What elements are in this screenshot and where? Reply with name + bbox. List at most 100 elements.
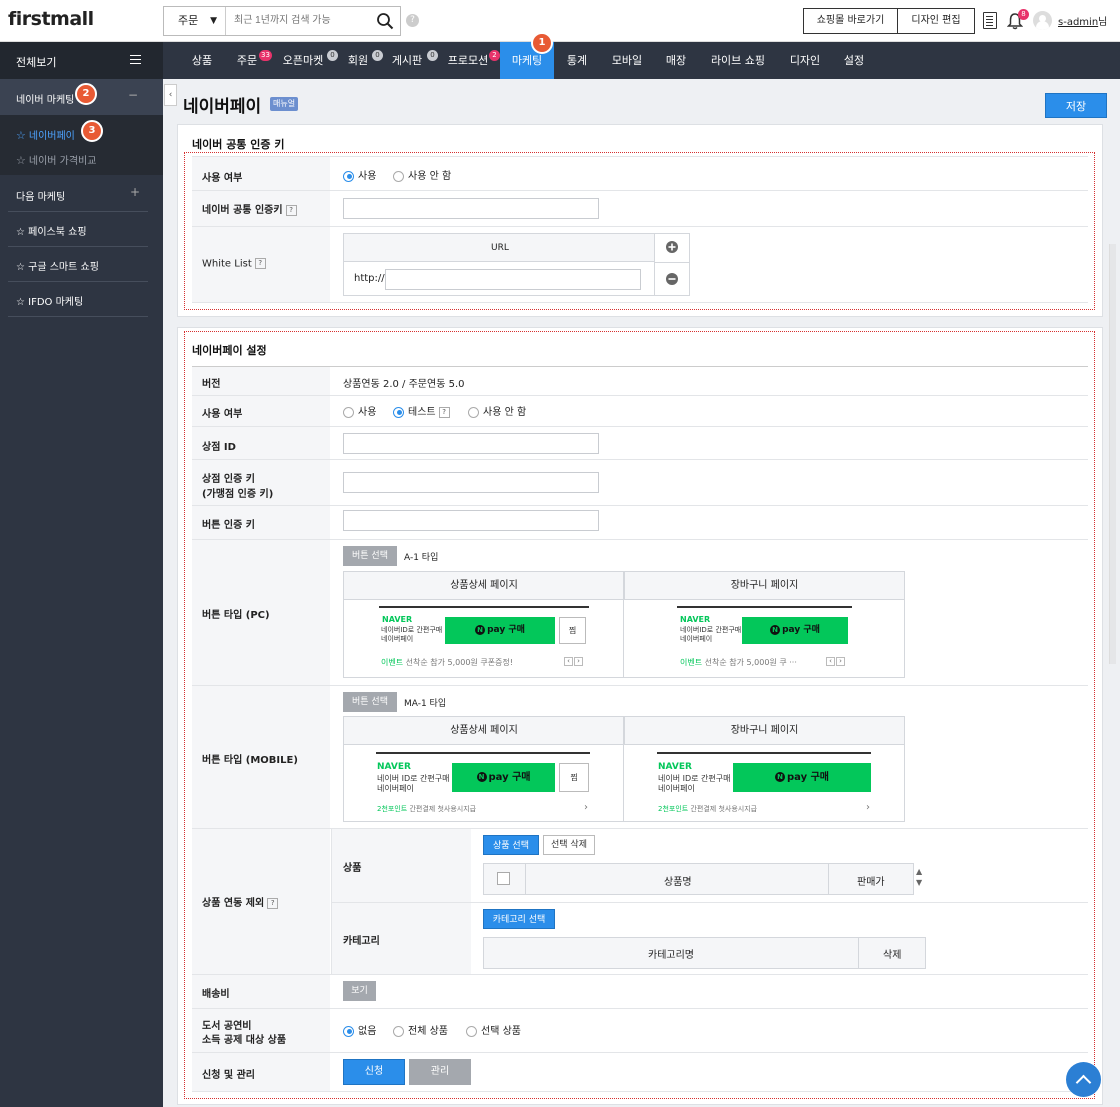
npay-buy-button[interactable]: Npay 구매 (733, 763, 871, 792)
npay-use-radio-test[interactable]: 테스트? (393, 403, 450, 418)
pc-detail-pager[interactable]: ‹ › (563, 657, 583, 666)
zzim-button[interactable]: 찜 (559, 617, 586, 644)
zzim-button[interactable]: 찜 (559, 763, 589, 792)
nav-design[interactable]: 디자인 (785, 42, 825, 79)
nav-live-shopping[interactable]: 라이브 쇼핑 (707, 42, 769, 79)
shop-id-input[interactable] (343, 433, 599, 454)
book-radio-selected[interactable]: 선택 상품 (466, 1022, 521, 1037)
npay-buy-button[interactable]: Npay 구매 (445, 617, 555, 644)
shipping-view-button[interactable]: 보기 (343, 981, 376, 1001)
book-sublabel: 소득 공제 대상 상품 (202, 1035, 287, 1046)
shop-shortcut-button[interactable]: 쇼핑몰 바로가기 (803, 8, 898, 34)
whitelist-url-input[interactable] (385, 269, 641, 290)
divider (8, 281, 148, 282)
next-icon[interactable]: › (574, 657, 583, 666)
npay-use-radio-off[interactable]: 사용 안 함 (468, 403, 526, 418)
event-label: 이벤트 (680, 658, 703, 667)
sidebar-item-facebook[interactable]: ☆ 페이스북 쇼핑 (16, 223, 156, 238)
nav-products[interactable]: 상품 (183, 42, 221, 79)
npay-buy-button[interactable]: Npay 구매 (742, 617, 848, 644)
apply-button[interactable]: 신청 (343, 1059, 405, 1085)
nav-mobile[interactable]: 모바일 (606, 42, 648, 79)
select-mobile-button[interactable]: 버튼 선택 (343, 692, 397, 712)
radio-checked-icon (343, 1025, 354, 1037)
user-id[interactable]: s-admin (1058, 17, 1098, 28)
common-use-radio-on[interactable]: 사용 (343, 167, 376, 182)
radio-icon (466, 1025, 477, 1037)
nav-orders[interactable]: 주문 (231, 42, 263, 79)
help-icon[interactable]: ? (406, 14, 419, 27)
prev-icon[interactable]: ‹ (826, 657, 835, 666)
nav-members[interactable]: 회원 (343, 42, 373, 79)
select-pc-button[interactable]: 버튼 선택 (343, 546, 397, 566)
sidebar-item-ifdo[interactable]: ☆ IFDO 마케팅 (16, 293, 156, 308)
next-icon[interactable]: › (836, 657, 845, 666)
nav-board[interactable]: 게시판 (387, 42, 427, 79)
product-delete-button[interactable]: 선택 삭제 (543, 835, 595, 855)
scroll-top-button[interactable] (1066, 1062, 1101, 1097)
design-edit-button[interactable]: 디자인 편집 (897, 8, 975, 34)
manage-button[interactable]: 관리 (409, 1059, 471, 1085)
sidebar-item-naverpay[interactable]: ☆ 네이버페이 (16, 127, 75, 142)
search-icon[interactable] (376, 12, 394, 30)
col-delete: 삭제 (883, 950, 902, 961)
prev-icon[interactable]: ‹ (564, 657, 573, 666)
sidebar-item-label: 구글 스마트 쇼핑 (28, 262, 99, 273)
firstmall-logo[interactable]: firstmall (8, 8, 94, 30)
expand-icon[interactable]: + (130, 185, 140, 199)
sidebar-submenu-naver: ☆ 네이버페이 ☆ 네이버 가격비교 (0, 115, 163, 175)
help-icon[interactable]: ? (254, 258, 266, 269)
help-icon[interactable]: ? (285, 204, 297, 216)
pc-cart-pager[interactable]: ‹ › (825, 657, 845, 666)
common-use-label: 사용 여부 (202, 173, 243, 184)
chevron-right-icon[interactable]: › (866, 802, 870, 813)
sidebar-item-google[interactable]: ☆ 구글 스마트 쇼핑 (16, 258, 156, 273)
divider (525, 864, 526, 894)
user-name[interactable]: s-admin님 (1058, 13, 1107, 28)
help-icon[interactable]: ? (267, 897, 279, 909)
npay-buy-button[interactable]: Npay 구매 (452, 763, 555, 792)
collapse-icon[interactable]: − (128, 88, 138, 102)
shop-key-input[interactable] (343, 472, 599, 493)
common-key-input[interactable] (343, 198, 599, 219)
sidebar-collapse-button[interactable]: ‹ (164, 84, 177, 106)
nav-store[interactable]: 매장 (659, 42, 693, 79)
view-all-label[interactable]: 전체보기 (16, 54, 56, 70)
hamburger-icon[interactable] (130, 55, 141, 64)
nav-promotion[interactable]: 프로모션 (443, 42, 493, 79)
product-select-button[interactable]: 상품 선택 (483, 835, 539, 855)
add-row-icon[interactable] (666, 241, 678, 253)
manual-tag[interactable]: 매뉴얼 (270, 97, 299, 111)
sort-arrows-icon[interactable]: ▲ ▼ (916, 866, 922, 888)
pc-cart-event: 이벤트 선착순 참가 5,000원 쿠 ··· (680, 657, 797, 668)
nav-openmarket-badge: 0 (327, 50, 338, 61)
document-icon[interactable] (983, 12, 997, 29)
nav-settings[interactable]: 설정 (837, 42, 871, 79)
common-use-option: 사용 안 함 (408, 171, 452, 182)
search-input[interactable] (234, 7, 364, 35)
event-text: 간편결제 첫사용시지급 (409, 805, 477, 813)
nav-statistics[interactable]: 통계 (560, 42, 594, 79)
divider (192, 828, 1088, 829)
book-radio-none[interactable]: 없음 (343, 1022, 376, 1037)
nav-openmarket[interactable]: 오픈마켓 (277, 42, 329, 79)
naver-logo: NAVER (382, 615, 413, 624)
avatar[interactable] (1033, 11, 1052, 30)
scrollbar[interactable] (1109, 244, 1116, 664)
category-select-button[interactable]: 카테고리 선택 (483, 909, 555, 929)
shipping-label: 배송비 (202, 989, 230, 1000)
npay-use-radio-use[interactable]: 사용 (343, 403, 376, 418)
version-label: 버전 (202, 379, 221, 390)
save-button[interactable]: 저장 (1045, 93, 1107, 118)
select-all-checkbox[interactable] (497, 872, 510, 885)
help-icon[interactable]: ? (438, 406, 450, 418)
sidebar-item-naver-price[interactable]: ☆ 네이버 가격비교 (16, 152, 96, 167)
remove-row-icon[interactable] (666, 273, 678, 285)
button-key-input[interactable] (343, 510, 599, 531)
book-radio-all[interactable]: 전체 상품 (393, 1022, 448, 1037)
npay-use-label: 사용 여부 (202, 409, 243, 420)
chevron-right-icon[interactable]: › (584, 802, 588, 813)
search-category-select[interactable]: 주문 ▼ (164, 7, 226, 35)
common-use-radio-off[interactable]: 사용 안 함 (393, 167, 451, 182)
sidebar-group-daum[interactable]: 다음 마케팅 (16, 188, 65, 203)
